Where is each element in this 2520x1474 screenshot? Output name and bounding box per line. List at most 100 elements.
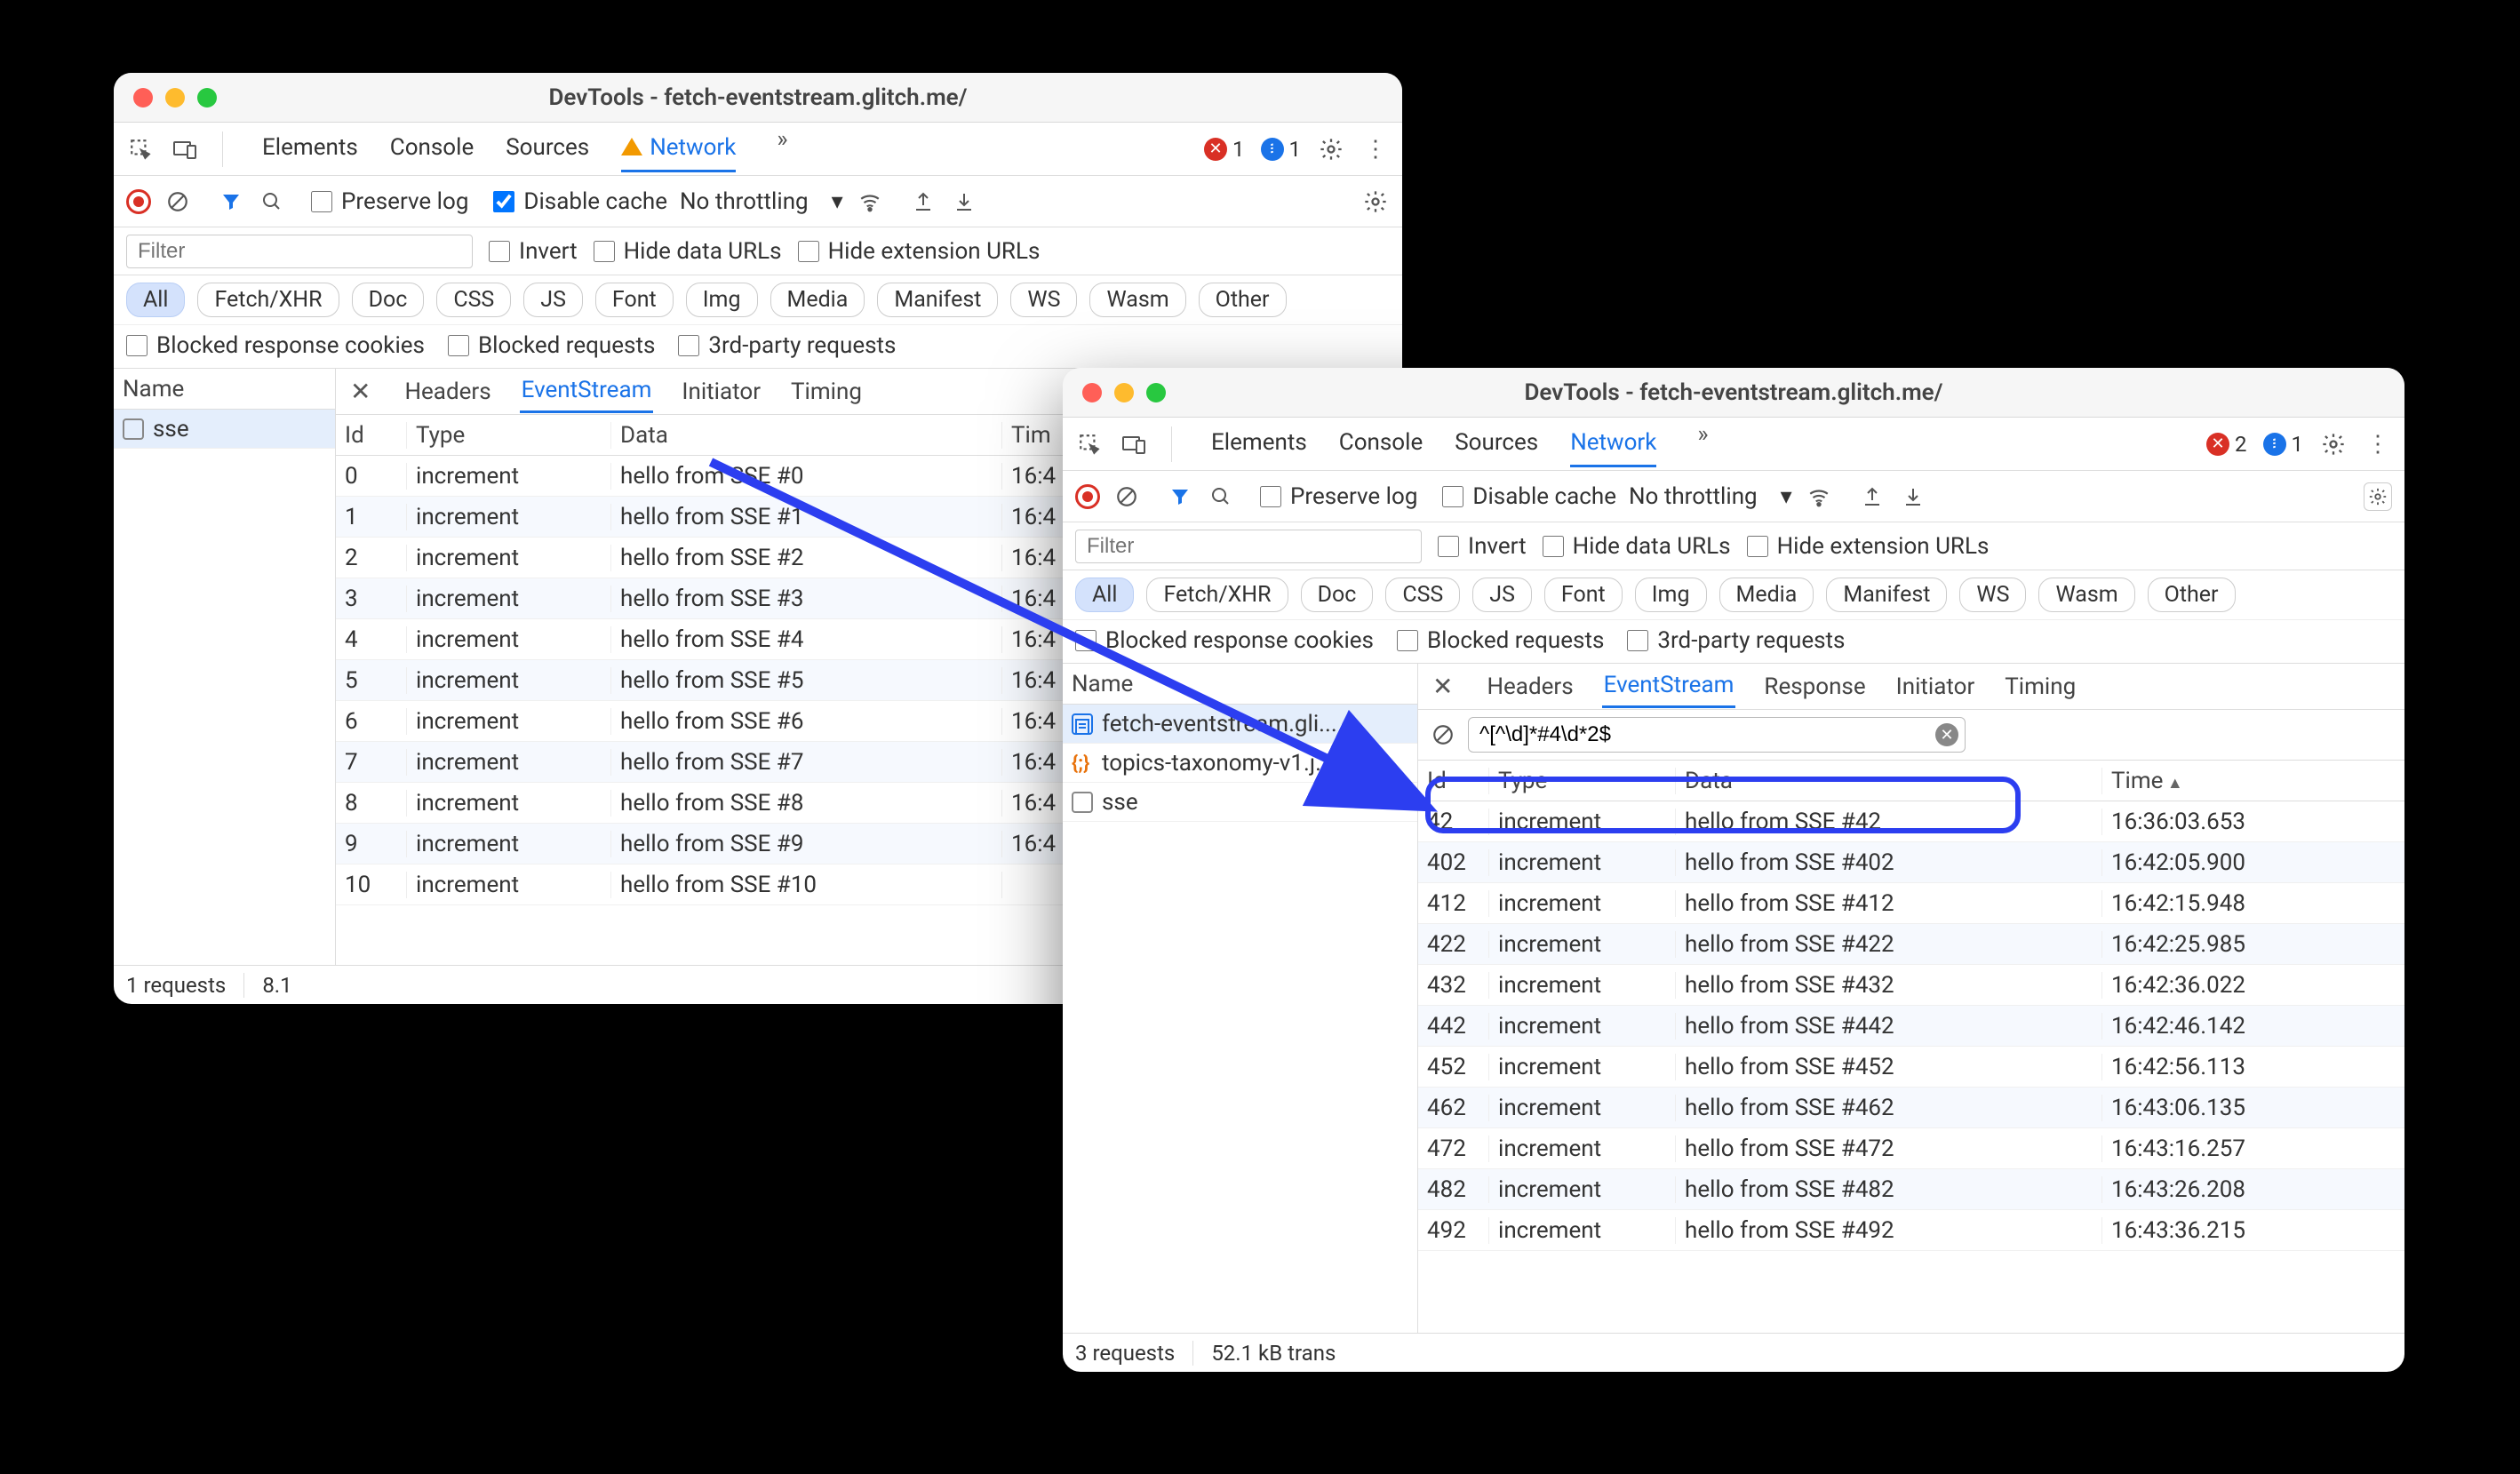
pill-wasm[interactable]: Wasm [2038,578,2134,612]
tab-network[interactable]: Network [1570,420,1656,467]
close-detail-icon[interactable]: ✕ [1432,672,1453,701]
download-icon[interactable] [1899,482,1927,511]
more-tabs-icon[interactable]: » [1688,420,1717,449]
invert-checkbox[interactable]: Invert [489,238,578,265]
blocked-cookies-checkbox[interactable]: Blocked response cookies [126,332,425,359]
upload-icon[interactable] [909,187,937,216]
record-icon[interactable] [1075,484,1100,509]
download-icon[interactable] [950,187,978,216]
table-row[interactable]: 452incrementhello from SSE #45216:42:56.… [1418,1047,2404,1088]
inspect-element-icon[interactable] [1075,430,1104,458]
traffic-lights[interactable] [1063,383,1166,402]
column-header-name[interactable]: Name [1063,664,1417,705]
third-party-checkbox[interactable]: 3rd-party requests [1627,627,1845,654]
filter-input[interactable] [126,235,473,268]
kebab-menu-icon[interactable]: ⋮ [2364,430,2392,458]
search-icon[interactable] [258,187,286,216]
message-badge[interactable]: ፧1 [2263,432,2304,457]
column-header-data[interactable]: Data [611,422,1002,449]
error-badge[interactable]: ✕2 [2206,432,2247,457]
wifi-icon[interactable] [1805,482,1833,511]
column-header-name[interactable]: Name [114,369,335,410]
clear-icon[interactable] [1112,482,1141,511]
pill-doc[interactable]: Doc [352,283,425,317]
search-icon[interactable] [1207,482,1235,511]
column-header-type[interactable]: Type [1489,768,1676,794]
pill-img[interactable]: Img [686,283,758,317]
blocked-requests-checkbox[interactable]: Blocked requests [448,332,655,359]
detail-tab-response[interactable]: Response [1762,666,1867,707]
pill-css[interactable]: CSS [1385,578,1460,612]
disable-cache-checkbox[interactable]: Disable cache [493,188,667,215]
panel-settings-icon[interactable] [2364,482,2392,511]
detail-tab-timing[interactable]: Timing [789,371,864,412]
table-row[interactable]: 442incrementhello from SSE #44216:42:46.… [1418,1006,2404,1047]
titlebar[interactable]: DevTools - fetch-eventstream.glitch.me/ [114,73,1402,123]
close-icon[interactable] [133,88,153,108]
preserve-log-checkbox[interactable]: Preserve log [311,188,468,215]
error-badge[interactable]: ✕1 [1204,137,1245,162]
pill-wasm[interactable]: Wasm [1089,283,1185,317]
clear-eventstream-icon[interactable] [1429,721,1457,749]
pill-manifest[interactable]: Manifest [1826,578,1947,612]
detail-tab-headers[interactable]: Headers [403,371,492,412]
table-row[interactable]: 472incrementhello from SSE #47216:43:16.… [1418,1128,2404,1169]
pill-fetchxhr[interactable]: Fetch/XHR [197,283,339,317]
column-header-id[interactable]: Id [336,422,407,449]
upload-icon[interactable] [1858,482,1886,511]
hide-ext-urls-checkbox[interactable]: Hide extension URLs [1747,533,1990,560]
pill-other[interactable]: Other [2148,578,2236,612]
wifi-icon[interactable] [856,187,884,216]
maximize-icon[interactable] [1146,383,1166,402]
pill-img[interactable]: Img [1635,578,1707,612]
request-item[interactable]: sse [114,410,335,449]
column-header-id[interactable]: Id [1418,768,1489,794]
detail-tab-initiator[interactable]: Initiator [680,371,762,412]
pill-media[interactable]: Media [770,283,865,317]
clear-icon[interactable] [163,187,192,216]
minimize-icon[interactable] [165,88,185,108]
pill-all[interactable]: All [126,283,185,317]
request-item[interactable]: sse [1063,783,1417,822]
column-header-time[interactable]: Time [2102,768,2404,794]
pill-other[interactable]: Other [1199,283,1287,317]
table-row[interactable]: 492incrementhello from SSE #49216:43:36.… [1418,1210,2404,1251]
tab-console[interactable]: Console [1339,420,1423,467]
request-item[interactable]: fetch-eventstream.gli... [1063,705,1417,744]
minimize-icon[interactable] [1114,383,1134,402]
tab-sources[interactable]: Sources [1455,420,1538,467]
column-header-data[interactable]: Data [1676,768,2102,794]
settings-icon[interactable] [1317,135,1345,163]
close-icon[interactable] [1082,383,1102,402]
close-detail-icon[interactable]: ✕ [350,377,371,406]
pill-font[interactable]: Font [595,283,674,317]
table-row[interactable]: 402incrementhello from SSE #40216:42:05.… [1418,842,2404,883]
table-row[interactable]: 432incrementhello from SSE #43216:42:36.… [1418,965,2404,1006]
panel-settings-icon[interactable] [1361,187,1390,216]
pill-css[interactable]: CSS [436,283,511,317]
hide-ext-urls-checkbox[interactable]: Hide extension URLs [798,238,1041,265]
detail-tab-headers[interactable]: Headers [1485,666,1575,707]
more-tabs-icon[interactable]: » [768,125,796,154]
pill-js[interactable]: JS [523,283,583,317]
hide-data-urls-checkbox[interactable]: Hide data URLs [594,238,782,265]
table-row[interactable]: 462incrementhello from SSE #46216:43:06.… [1418,1088,2404,1128]
traffic-lights[interactable] [114,88,217,108]
tab-elements[interactable]: Elements [262,125,358,172]
eventstream-filter-input[interactable] [1468,717,1966,753]
tab-network[interactable]: Network [621,125,736,172]
table-row[interactable]: 482incrementhello from SSE #48216:43:26.… [1418,1169,2404,1210]
preserve-log-checkbox[interactable]: Preserve log [1260,483,1417,510]
detail-tab-initiator[interactable]: Initiator [1894,666,1977,707]
throttling-select[interactable]: No throttling▾ [680,188,843,215]
request-item[interactable]: {;}topics-taxonomy-v1.j... [1063,744,1417,783]
kebab-menu-icon[interactable]: ⋮ [1361,135,1390,163]
detail-tab-eventstream[interactable]: EventStream [1602,665,1736,708]
message-badge[interactable]: ፧1 [1261,137,1302,162]
pill-ws[interactable]: WS [1010,283,1077,317]
pill-all[interactable]: All [1075,578,1134,612]
maximize-icon[interactable] [197,88,217,108]
pill-font[interactable]: Font [1544,578,1623,612]
table-row[interactable]: 42incrementhello from SSE #4216:36:03.65… [1418,801,2404,842]
detail-tab-eventstream[interactable]: EventStream [520,370,654,413]
